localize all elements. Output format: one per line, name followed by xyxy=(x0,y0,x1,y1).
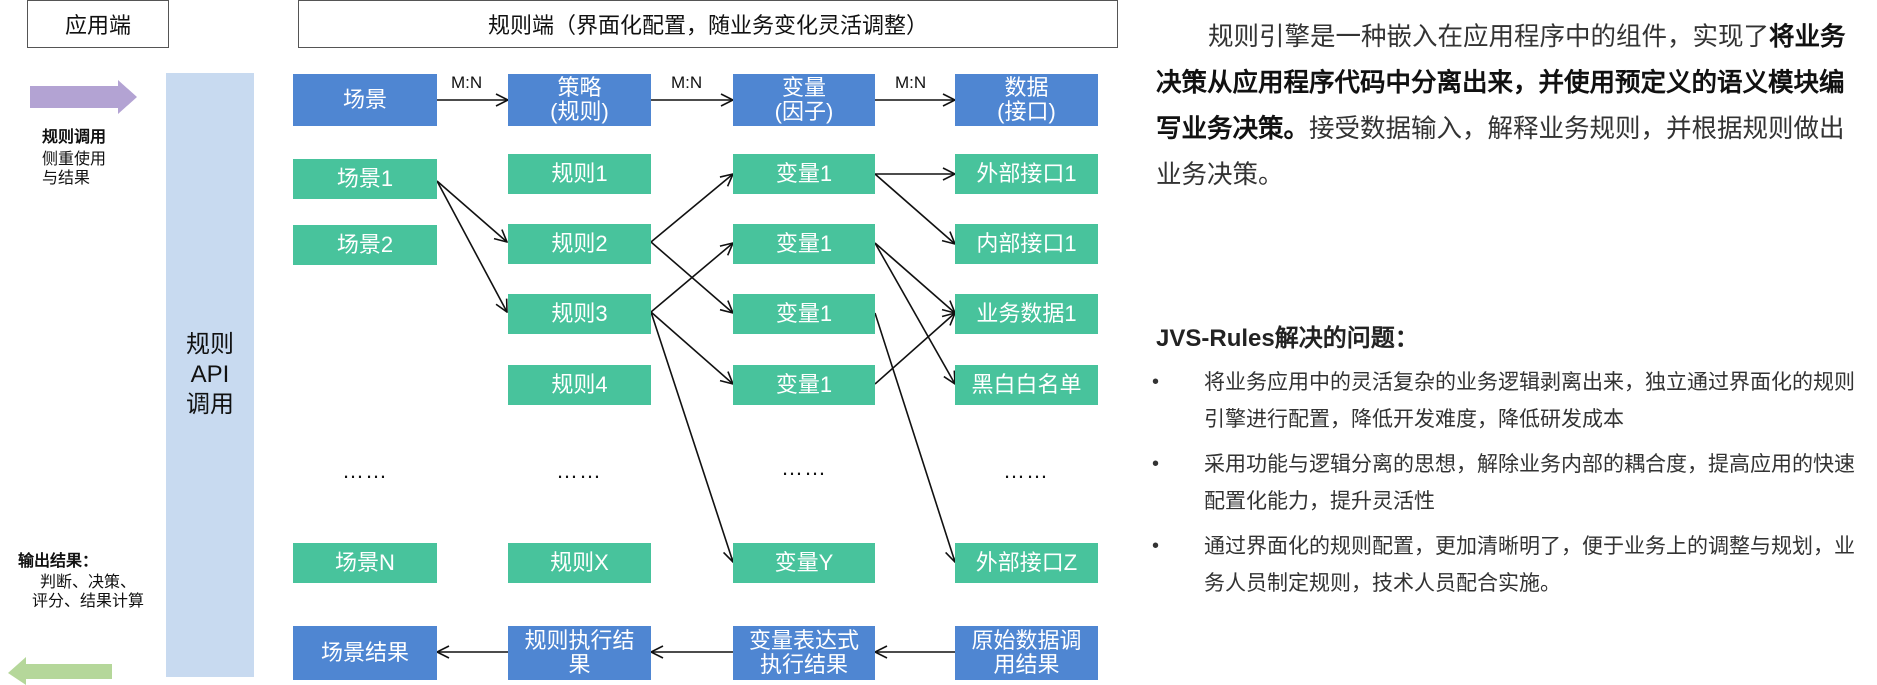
variable-item: 变量1 xyxy=(733,224,875,264)
data-item: 外部接口Z xyxy=(955,543,1098,583)
variable-item: 变量1 xyxy=(733,365,875,405)
problem-item: • 将业务应用中的灵活复杂的业务逻辑剥离出来，独立通过界面化的规则引擎进行配置，降… xyxy=(1150,364,1870,438)
link-var1b-biz1 xyxy=(874,242,955,313)
data-item: 业务数据1 xyxy=(955,294,1098,334)
rule-item: 规则2 xyxy=(508,224,651,264)
link-rule2-var1a xyxy=(650,174,733,243)
relation-label: M:N xyxy=(671,73,703,92)
scene-item: 场景2 xyxy=(293,225,437,265)
problems-title: JVS-Rules解决的问题： xyxy=(1156,325,1419,352)
problems-list: • 将业务应用中的灵活复杂的业务逻辑剥离出来，独立通过界面化的规则引擎进行配置，降… xyxy=(1150,364,1870,610)
rule-item: 规则X xyxy=(508,543,651,583)
scene-item: 场景N xyxy=(293,543,437,583)
bullet-icon: • xyxy=(1152,453,1160,475)
variable-ellipsis: …… xyxy=(781,455,827,480)
rule-item: 规则4 xyxy=(508,365,651,405)
bullet-icon: • xyxy=(1152,371,1160,393)
rule-item: 规则3 xyxy=(508,294,651,334)
intro-paragraph: 规则引擎是一种嵌入在应用程序中的组件，实现了将业务决策从应用程序代码中分离出来，… xyxy=(1156,14,1866,198)
data-item: 外部接口1 xyxy=(955,154,1098,194)
rule-item: 规则1 xyxy=(508,154,651,194)
variable-item: 变量1 xyxy=(733,294,875,334)
problem-item: • 采用功能与逻辑分离的思想，解除业务内部的耦合度，提高应用的快速配置化能力，提升… xyxy=(1150,446,1870,520)
data-item: 黑白白名单 xyxy=(955,365,1098,405)
rule-ellipsis: …… xyxy=(556,458,602,483)
relation-label: M:N xyxy=(451,73,483,92)
data-ellipsis: …… xyxy=(1003,458,1049,483)
problem-item: • 通过界面化的规则配置，更加清晰明了，便于业务上的调整与规划，业务人员制定规则，… xyxy=(1150,528,1870,602)
variable-header: 变量 (因子) xyxy=(733,74,875,126)
scene-result: 场景结果 xyxy=(293,626,437,680)
variable-item: 变量Y xyxy=(733,543,875,583)
link-rule3-varY xyxy=(650,311,733,562)
data-item: 内部接口1 xyxy=(955,224,1098,264)
variable-item: 变量1 xyxy=(733,154,875,194)
problem-text: 将业务应用中的灵活复杂的业务逻辑剥离出来，独立通过界面化的规则引擎进行配置，降低… xyxy=(1204,371,1855,431)
data-header: 数据 (接口) xyxy=(955,74,1098,126)
scene-header: 场景 xyxy=(293,74,437,126)
variable-result: 变量表达式 执行结果 xyxy=(733,626,875,680)
intro-part1: 规则引擎是一种嵌入在应用程序中的组件，实现了 xyxy=(1208,23,1770,51)
bullet-icon: • xyxy=(1152,535,1160,557)
link-scene1-rule2 xyxy=(436,180,507,242)
problem-text: 通过界面化的规则配置，更加清晰明了，便于业务上的调整与规划，业务人员制定规则，技… xyxy=(1204,535,1855,595)
data-result: 原始数据调 用结果 xyxy=(955,626,1098,680)
link-var1a-int1 xyxy=(874,173,955,244)
scene-ellipsis: …… xyxy=(342,458,388,483)
link-var1b-bw xyxy=(874,242,955,384)
strategy-header: 策略 (规则) xyxy=(508,74,651,126)
relation-label: M:N xyxy=(895,73,927,92)
link-var1c-extZ xyxy=(874,312,955,562)
scene-item: 场景1 xyxy=(293,159,437,199)
rule-result: 规则执行结 果 xyxy=(508,626,651,680)
link-scene1-rule3 xyxy=(436,180,507,312)
problem-text: 采用功能与逻辑分离的思想，解除业务内部的耦合度，提高应用的快速配置化能力，提升灵… xyxy=(1204,453,1855,513)
